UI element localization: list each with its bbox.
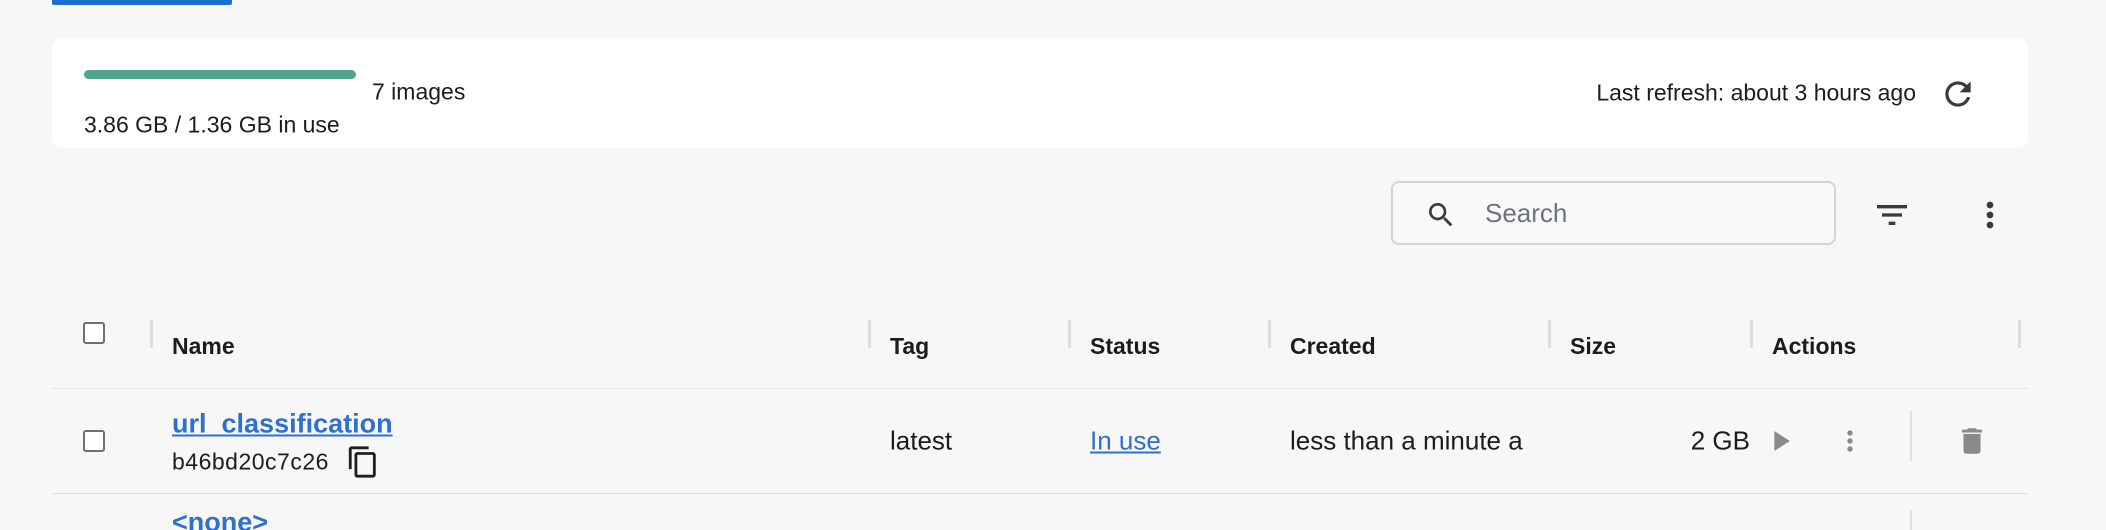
delete-button[interactable] bbox=[1954, 423, 1990, 459]
image-tag: latest bbox=[890, 425, 953, 456]
image-name-link[interactable]: url_classification bbox=[172, 409, 393, 440]
image-status-link[interactable]: In use bbox=[1090, 426, 1161, 457]
search-input[interactable] bbox=[1485, 191, 1815, 235]
more-options-button[interactable] bbox=[1968, 193, 2012, 237]
table-row: <none> bbox=[52, 494, 2028, 530]
column-header-status[interactable]: Status bbox=[1090, 333, 1160, 360]
image-name-link[interactable]: <none> bbox=[172, 507, 268, 530]
active-tab-indicator bbox=[52, 0, 232, 5]
column-header-actions: Actions bbox=[1772, 333, 1857, 359]
refresh-button[interactable] bbox=[1938, 74, 1978, 114]
image-id: b46bd20c7c26 bbox=[172, 448, 329, 475]
filter-button[interactable] bbox=[1870, 193, 1914, 237]
play-icon bbox=[1774, 431, 1790, 451]
column-divider bbox=[868, 320, 871, 348]
filter-icon bbox=[1877, 205, 1907, 225]
run-button[interactable] bbox=[1762, 423, 1798, 459]
column-divider bbox=[1068, 320, 1071, 348]
column-divider bbox=[150, 320, 153, 348]
select-all-checkbox[interactable] bbox=[83, 322, 105, 344]
column-divider bbox=[2018, 320, 2021, 348]
disk-usage-bar-fill bbox=[84, 70, 356, 79]
row-checkbox[interactable] bbox=[83, 430, 105, 452]
action-divider bbox=[1910, 510, 1912, 530]
trash-icon bbox=[1962, 428, 1982, 454]
last-refresh-text: Last refresh: about 3 hours ago bbox=[1596, 79, 1916, 106]
search-icon bbox=[1429, 203, 1453, 227]
row-more-button[interactable] bbox=[1832, 423, 1868, 459]
table-row: url_classification b46bd20c7c26 latest I… bbox=[52, 389, 2028, 494]
disk-usage-text: 3.86 GB / 1.36 GB in use bbox=[84, 111, 340, 138]
image-created: less than a minute a bbox=[1290, 425, 1523, 456]
images-page: 3.86 GB / 1.36 GB in use 7 images Last r… bbox=[0, 0, 2106, 530]
column-header-size[interactable]: Size bbox=[1570, 333, 1616, 360]
image-count: 7 images bbox=[372, 78, 466, 105]
images-table: Name Tag Status Created Size Actions url… bbox=[52, 300, 2028, 530]
action-divider bbox=[1910, 411, 1912, 461]
column-divider bbox=[1750, 320, 1753, 348]
search-box bbox=[1391, 181, 1836, 245]
refresh-icon bbox=[1945, 81, 1971, 107]
column-divider bbox=[1548, 320, 1551, 348]
column-header-tag[interactable]: Tag bbox=[890, 333, 929, 360]
copy-icon[interactable] bbox=[346, 445, 380, 479]
image-size: 2 GB bbox=[1690, 425, 1750, 456]
column-header-created[interactable]: Created bbox=[1290, 333, 1376, 360]
table-header: Name Tag Status Created Size Actions bbox=[52, 300, 2028, 389]
more-vert-icon bbox=[1847, 430, 1853, 452]
disk-usage-bar bbox=[84, 70, 356, 79]
disk-usage-card: 3.86 GB / 1.36 GB in use 7 images Last r… bbox=[52, 38, 2028, 148]
more-vert-icon bbox=[1986, 201, 1994, 229]
column-header-name[interactable]: Name bbox=[172, 333, 235, 360]
column-divider bbox=[1268, 320, 1271, 348]
